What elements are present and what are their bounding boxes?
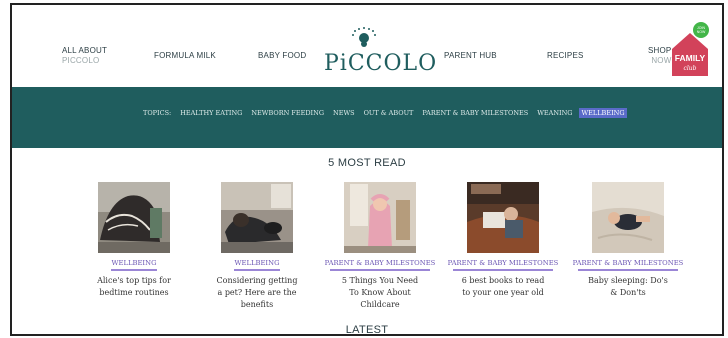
- logo-emblem-icon: [352, 27, 376, 47]
- nav-formula-milk[interactable]: FORMULA MILK: [154, 51, 216, 61]
- article-thumbnail[interactable]: [98, 182, 170, 253]
- topics-band: TOPICS: HEALTHY EATING NEWBORN FEEDING N…: [12, 87, 722, 148]
- article-title[interactable]: Baby sleeping: Do's & Don'ts: [585, 275, 671, 299]
- nav-baby-food[interactable]: BABY FOOD: [258, 51, 306, 61]
- nav-sublabel: NOW: [651, 56, 672, 65]
- topics-nav: TOPICS: HEALTHY EATING NEWBORN FEEDING N…: [143, 107, 627, 119]
- topic-out-and-about[interactable]: OUT & ABOUT: [362, 108, 416, 118]
- nav-sublabel: PICCOLO: [62, 56, 100, 65]
- piccolo-logo[interactable]: PiCCOLO: [324, 27, 438, 77]
- category-underline: [578, 269, 678, 271]
- join-now-badge-line2: NOW: [697, 30, 706, 34]
- topic-newborn-feeding[interactable]: NEWBORN FEEDING: [249, 108, 326, 118]
- article-card[interactable]: PARENT & BABY MILESTONES 6 best books to…: [442, 182, 564, 299]
- family-club-sub: club: [684, 65, 697, 72]
- nav-recipes[interactable]: RECIPES: [547, 51, 584, 61]
- most-read-list: WELLBEING Alice's top tips for bedtime r…: [12, 182, 722, 322]
- article-category[interactable]: PARENT & BABY MILESTONES: [319, 259, 441, 267]
- nav-shop-now[interactable]: SHOP NOW: [648, 46, 671, 66]
- article-title[interactable]: 5 Things You Need To Know About Childcar…: [337, 275, 423, 311]
- nav-label: ALL ABOUT: [62, 46, 108, 55]
- article-category[interactable]: WELLBEING: [73, 259, 195, 267]
- topic-parent-baby-milestones[interactable]: PARENT & BABY MILESTONES: [420, 108, 530, 118]
- article-card[interactable]: WELLBEING Alice's top tips for bedtime r…: [73, 182, 195, 299]
- article-category[interactable]: PARENT & BABY MILESTONES: [567, 259, 689, 267]
- article-card[interactable]: PARENT & BABY MILESTONES 5 Things You Ne…: [319, 182, 441, 311]
- category-underline: [330, 269, 430, 271]
- topic-wellbeing[interactable]: WELLBEING: [579, 108, 627, 118]
- top-navigation: ALL ABOUT PICCOLO FORMULA MILK BABY FOOD…: [12, 5, 722, 91]
- article-title[interactable]: 6 best books to read to your one year ol…: [460, 275, 546, 299]
- article-thumbnail[interactable]: [467, 182, 539, 253]
- article-thumbnail[interactable]: [344, 182, 416, 253]
- category-underline: [453, 269, 553, 271]
- topics-label: TOPICS:: [143, 109, 172, 117]
- family-club-house-icon: JOIN NOW FAMILY club: [672, 22, 709, 76]
- article-title[interactable]: Alice's top tips for bedtime routines: [91, 275, 177, 299]
- article-category[interactable]: PARENT & BABY MILESTONES: [442, 259, 564, 267]
- category-underline: [234, 269, 280, 271]
- logo-wordmark: PiCCOLO: [324, 51, 438, 76]
- topic-healthy-eating[interactable]: HEALTHY EATING: [178, 108, 244, 118]
- topic-news[interactable]: NEWS: [331, 108, 357, 118]
- article-title[interactable]: Considering getting a pet? Here are the …: [214, 275, 300, 311]
- article-category[interactable]: WELLBEING: [196, 259, 318, 267]
- category-underline: [111, 269, 157, 271]
- nav-label: SHOP: [648, 46, 672, 55]
- family-club-badge[interactable]: JOIN NOW FAMILY club: [670, 21, 710, 77]
- most-read-heading: 5 MOST READ: [328, 157, 406, 169]
- article-card[interactable]: PARENT & BABY MILESTONES Baby sleeping: …: [567, 182, 689, 299]
- article-thumbnail[interactable]: [592, 182, 664, 253]
- article-thumbnail[interactable]: [221, 182, 293, 253]
- article-card[interactable]: WELLBEING Considering getting a pet? Her…: [196, 182, 318, 311]
- nav-parent-hub[interactable]: PARENT HUB: [444, 51, 497, 61]
- latest-heading: LATEST: [345, 324, 389, 336]
- topic-weaning[interactable]: WEANING: [535, 108, 574, 118]
- family-club-word: FAMILY: [675, 53, 706, 63]
- browser-frame: ALL ABOUT PICCOLO FORMULA MILK BABY FOOD…: [10, 3, 724, 336]
- nav-all-about-piccolo[interactable]: ALL ABOUT PICCOLO: [62, 46, 107, 66]
